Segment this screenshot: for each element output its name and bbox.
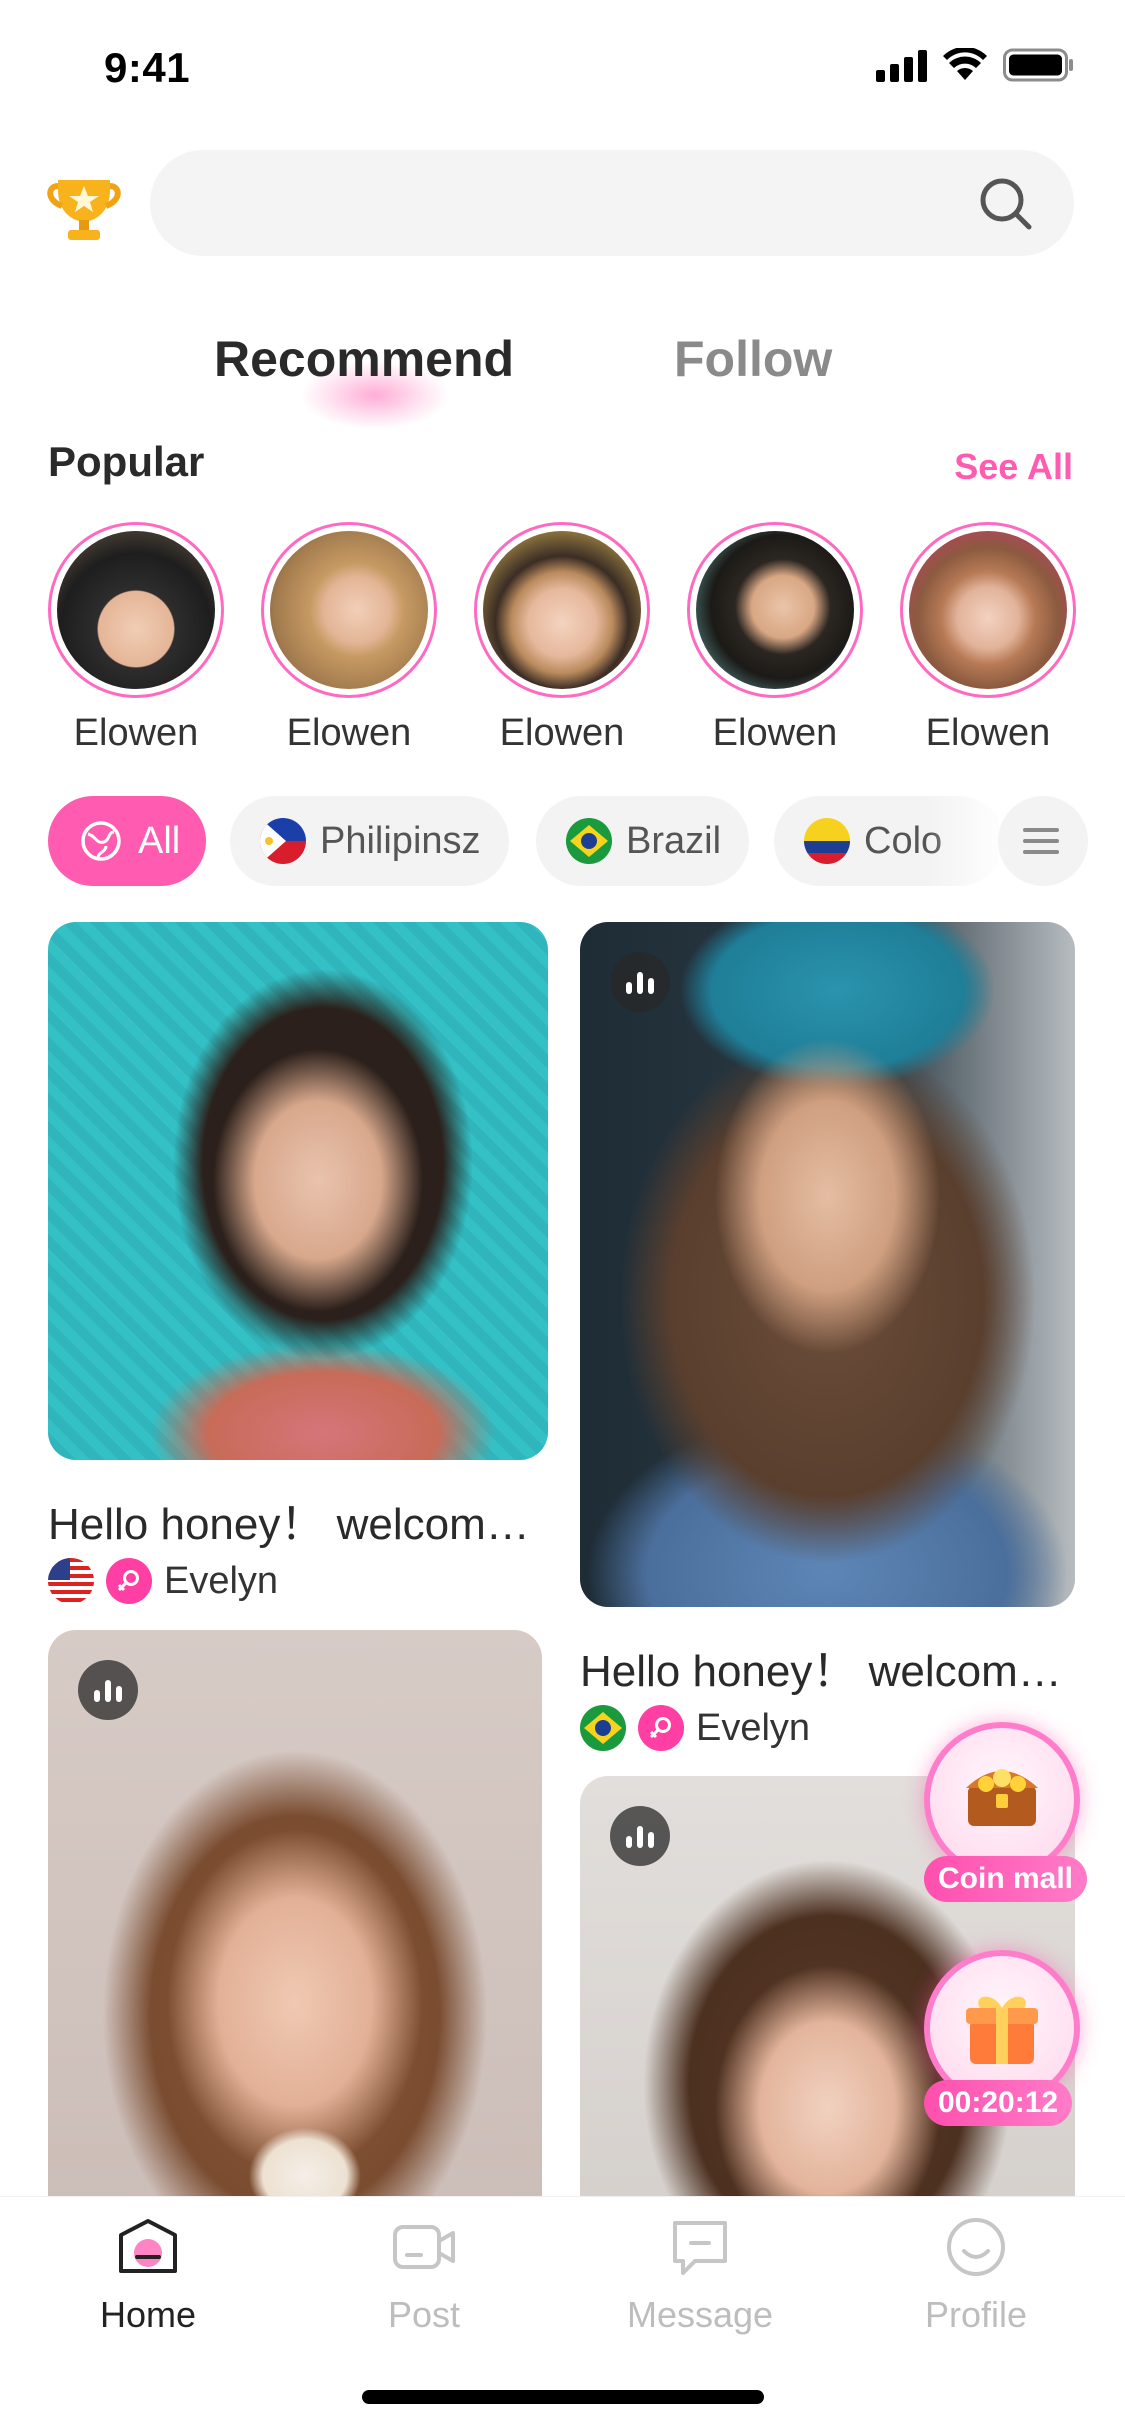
tab-follow[interactable]: Follow [674, 330, 832, 388]
colombia-flag-icon [804, 818, 850, 864]
feed-tabs: Recommend Follow [0, 320, 1125, 430]
gift-box-icon [966, 1996, 1038, 2064]
chips-fade [928, 796, 1008, 886]
feed-card-title[interactable]: Hello honey！ welcom… [580, 1635, 1062, 1699]
chat-bubble-icon [673, 2221, 727, 2275]
globe-icon [81, 821, 121, 861]
home-icon [119, 2219, 177, 2273]
tab-home[interactable]: Home [48, 2215, 248, 2336]
popular-user[interactable]: Elowen [687, 522, 863, 755]
usa-flag-icon [48, 1558, 94, 1604]
wifi-icon [943, 48, 987, 80]
audio-bars-icon [78, 1660, 138, 1720]
feed-card-username: Evelyn [696, 1706, 811, 1749]
cellular-signal-icon [876, 48, 927, 82]
audio-bars-icon [610, 1806, 670, 1866]
search-input[interactable] [150, 150, 1074, 256]
trophy-icon[interactable] [44, 168, 124, 248]
coin-mall-label[interactable]: Coin mall [924, 1856, 1088, 1902]
popular-user-name: Elowen [286, 712, 412, 754]
menu-icon [1023, 828, 1059, 854]
feed-card-image[interactable] [48, 922, 548, 1460]
feed-card-image[interactable] [580, 922, 1075, 1607]
tab-post-label: Post [387, 2294, 461, 2335]
popular-user[interactable]: Elowen [474, 522, 650, 755]
filter-chip-label: Philipinsz [320, 819, 481, 862]
feed-card-title[interactable]: Hello honey！ welcom… [48, 1488, 530, 1552]
status-bar: 9:41 [0, 0, 1125, 140]
tab-message-label: Message [626, 2294, 774, 2335]
treasure-chest-icon [966, 1769, 1038, 1826]
filter-chip-all[interactable]: All [48, 796, 206, 886]
popular-user-name: Elowen [499, 712, 625, 754]
tab-post[interactable]: Post [324, 2215, 524, 2336]
brazil-flag-icon [566, 818, 612, 864]
country-filters: All Philipinsz Brazil Colo [48, 796, 1108, 888]
popular-user[interactable]: Elowen [261, 522, 437, 755]
filter-chip-brazil[interactable]: Brazil [536, 796, 750, 886]
battery-icon [1003, 48, 1073, 82]
tab-home-label: Home [99, 2294, 197, 2335]
brazil-flag-icon [580, 1705, 626, 1751]
popular-user-name: Elowen [73, 712, 199, 754]
tab-profile[interactable]: Profile [876, 2215, 1076, 2336]
female-icon [638, 1705, 684, 1751]
avatar[interactable] [48, 522, 224, 698]
tab-recommend[interactable]: Recommend [214, 330, 514, 388]
gift-timer-label: 00:20:12 [924, 2080, 1073, 2126]
feed-card-author[interactable]: Evelyn [48, 1558, 278, 1604]
popular-user[interactable]: Elowen [48, 522, 224, 755]
popular-users: Elowen Elowen Elowen Elowen Elowen [48, 522, 1078, 762]
coin-mall-button[interactable] [924, 1722, 1080, 1878]
avatar[interactable] [687, 522, 863, 698]
status-icons [876, 48, 1075, 82]
tab-message[interactable]: Message [600, 2215, 800, 2336]
avatar[interactable] [900, 522, 1076, 698]
feed-card-image[interactable] [48, 1630, 542, 2250]
female-icon [106, 1558, 152, 1604]
popular-user-name: Elowen [712, 712, 838, 754]
filter-chip-label: Brazil [626, 819, 722, 862]
tab-profile-label: Profile [924, 2294, 1028, 2335]
avatar[interactable] [474, 522, 650, 698]
popular-title: Popular [48, 438, 205, 485]
see-all-link[interactable]: See All [954, 446, 1073, 488]
avatar[interactable] [261, 522, 437, 698]
home-indicator[interactable] [362, 2390, 764, 2404]
smiley-icon [947, 2218, 1005, 2276]
popular-user-name: Elowen [925, 712, 1051, 754]
filter-menu-button[interactable] [998, 796, 1088, 886]
filter-chip-philippines[interactable]: Philipinsz [230, 796, 509, 886]
video-camera-icon [393, 2225, 455, 2269]
popular-user[interactable]: Elowen [900, 522, 1076, 755]
feed-card-author[interactable]: Evelyn [580, 1705, 810, 1751]
philippines-flag-icon [260, 818, 306, 864]
filter-chip-label: All [138, 819, 181, 862]
feed-card-username: Evelyn [164, 1559, 279, 1602]
audio-bars-icon [610, 952, 670, 1012]
search-icon[interactable] [976, 174, 1036, 234]
status-time: 9:41 [104, 44, 191, 91]
